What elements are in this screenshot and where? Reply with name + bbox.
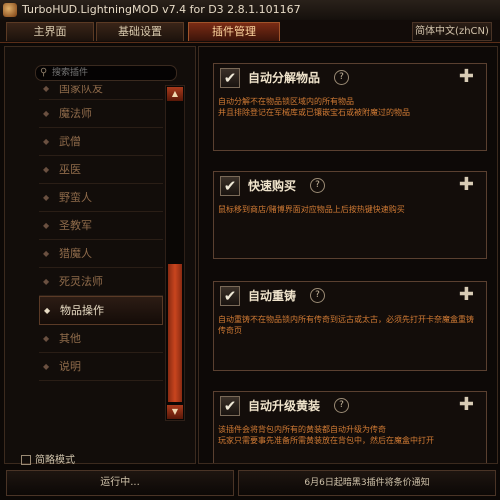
plugin-description: 该插件会将背包内所有的黄装都自动升级为传奇 玩家只需要事先准备所需黄装放在背包中…: [218, 425, 434, 445]
bullet-icon: ◆: [43, 165, 50, 174]
tab-main[interactable]: 主界面: [6, 22, 94, 41]
sidebar-item-label: 武僧: [59, 135, 81, 148]
plus-icon[interactable]: ✚: [459, 394, 474, 415]
search-icon: ⚲: [40, 67, 48, 78]
window-title: TurboHUD.LightningMOD v7.4 for D3 2.8.1.…: [22, 3, 301, 16]
scrollbar-thumb[interactable]: [168, 264, 182, 402]
sidebar-item-necromancer[interactable]: ◆ 死灵法师: [39, 268, 163, 296]
bullet-icon: ◆: [43, 249, 50, 258]
plugin-description: 自动分解不在物品锁区域内的所有物品 并且排除登记在军械库或已镶嵌宝石或被附魔过的…: [218, 97, 410, 117]
sidebar-item-item-operations[interactable]: ◆ 物品操作: [39, 296, 163, 325]
plugin-card-header: ✔ 自动分解物品 ? ✚: [214, 64, 486, 94]
plugin-title: 快速购买: [248, 179, 297, 193]
plugin-title: 自动升级黄装: [248, 399, 321, 413]
sidebar-item-label: 猎魔人: [59, 247, 92, 260]
sidebar-item-label: 说明: [59, 360, 81, 373]
bullet-icon: ◆: [43, 137, 50, 146]
plus-icon[interactable]: ✚: [459, 174, 474, 195]
help-circle-icon[interactable]: ?: [310, 288, 325, 303]
help-circle-icon[interactable]: ?: [310, 178, 325, 193]
app-icon: [3, 3, 17, 17]
sidebar-item-crusader[interactable]: ◆ 圣教军: [39, 212, 163, 240]
plugin-card-auto-upgrade-rares: ✔ 自动升级黄装 ? ✚ 该插件会将背包内所有的黄装都自动升级为传奇 玩家只需要…: [213, 391, 487, 463]
bullet-icon: ◆: [43, 334, 50, 343]
plus-icon[interactable]: ✚: [459, 284, 474, 305]
sidebar-item-other[interactable]: ◆ 其他: [39, 325, 163, 353]
compact-mode-label: 简略模式: [35, 455, 75, 466]
category-list: ◆ 国家队友 ◆ 魔法师 ◆ 武僧 ◆ 巫医 ◆ 野蛮人 ◆ 圣教军 ◆ 猎魔人 ◆ 死灵法师 …: [39, 85, 163, 419]
sidebar-item-demon-hunter[interactable]: ◆ 猎魔人: [39, 240, 163, 268]
sidebar: ⚲ ◆ 国家队友 ◆ 魔法师 ◆ 武僧 ◆ 巫医 ◆ 野蛮人 ◆ 圣教军 ◆ 猎魔人 ◆ 死灵法…: [4, 46, 196, 466]
sidebar-item-label: 巫医: [59, 163, 81, 176]
sidebar-item-wizard[interactable]: ◆ 魔法师: [39, 100, 163, 128]
sidebar-item-label: 国家队友: [59, 85, 103, 95]
bullet-icon: ◆: [43, 85, 50, 93]
arrow-up-icon[interactable]: ▲: [167, 87, 183, 101]
bullet-icon: ◆: [43, 109, 50, 118]
bullet-icon: ◆: [43, 277, 50, 286]
help-circle-icon[interactable]: ?: [334, 398, 349, 413]
plugin-card-header: ✔ 快速购买 ? ✚: [214, 172, 486, 202]
sidebar-item-instructions[interactable]: ◆ 说明: [39, 353, 163, 381]
check-icon[interactable]: ✔: [220, 396, 240, 416]
sidebar-item-label: 物品操作: [60, 304, 104, 317]
title-bar: TurboHUD.LightningMOD v7.4 for D3 2.8.1.…: [0, 0, 500, 21]
sidebar-item-witch-doctor[interactable]: ◆ 巫医: [39, 156, 163, 184]
sidebar-item-label: 野蛮人: [59, 191, 92, 204]
tab-basic-settings[interactable]: 基础设置: [96, 22, 184, 41]
plugin-card-quick-buy: ✔ 快速购买 ? ✚ 鼠标移到商店/赌博界面对应物品上后按热键快速购买: [213, 171, 487, 259]
sidebar-item-label: 死灵法师: [59, 275, 103, 288]
sidebar-item-label: 圣教军: [59, 219, 92, 232]
plugin-description: 自动重铸不在物品锁内所有传奇到远古或太古，必须先打开卡奈魔盒重铸传奇页: [218, 315, 474, 335]
language-select[interactable]: 简体中文(zhCN): [412, 22, 492, 41]
search-box[interactable]: ⚲: [35, 65, 177, 81]
search-input[interactable]: [52, 66, 172, 80]
plugin-title: 自动分解物品: [248, 71, 321, 85]
tab-bar: 主界面 基础设置 插件管理 简体中文(zhCN): [0, 20, 500, 43]
check-icon[interactable]: ✔: [220, 176, 240, 196]
bullet-icon: ◆: [43, 362, 50, 371]
tab-plugin-management[interactable]: 插件管理: [188, 22, 280, 41]
compact-mode-toggle[interactable]: 简略模式: [21, 451, 75, 466]
arrow-down-icon[interactable]: ▼: [167, 405, 183, 419]
plugin-panel: ✔ 自动分解物品 ? ✚ 自动分解不在物品锁区域内的所有物品 并且排除登记在军械…: [198, 46, 498, 464]
sidebar-item-label: 其他: [59, 332, 81, 345]
compact-mode-checkbox[interactable]: [21, 455, 31, 465]
check-icon[interactable]: ✔: [220, 68, 240, 88]
bullet-icon: ◆: [43, 193, 50, 202]
plugin-description: 鼠标移到商店/赌博界面对应物品上后按热键快速购买: [218, 205, 405, 214]
sidebar-item-monk[interactable]: ◆ 武僧: [39, 128, 163, 156]
plugin-card-header: ✔ 自动重铸 ? ✚: [214, 282, 486, 312]
plugin-card-header: ✔ 自动升级黄装 ? ✚: [214, 392, 486, 422]
plus-icon[interactable]: ✚: [459, 66, 474, 87]
check-icon[interactable]: ✔: [220, 286, 240, 306]
sidebar-scrollbar[interactable]: ▲ ▼: [165, 85, 185, 421]
plugin-title: 自动重铸: [248, 289, 297, 303]
sidebar-item-label: 魔法师: [59, 107, 92, 120]
help-circle-icon[interactable]: ?: [334, 70, 349, 85]
status-notice: 6月6日起暗黑3插件将条价通知: [238, 470, 496, 496]
sidebar-item-barbarian[interactable]: ◆ 野蛮人: [39, 184, 163, 212]
sidebar-item-national-team[interactable]: ◆ 国家队友: [39, 85, 163, 100]
plugin-card-auto-reforge: ✔ 自动重铸 ? ✚ 自动重铸不在物品锁内所有传奇到远古或太古，必须先打开卡奈魔…: [213, 281, 487, 371]
status-bar: 运行中... 6月6日起暗黑3插件将条价通知: [0, 466, 500, 500]
status-running: 运行中...: [6, 470, 234, 496]
plugin-card-auto-salvage: ✔ 自动分解物品 ? ✚ 自动分解不在物品锁区域内的所有物品 并且排除登记在军械…: [213, 63, 487, 151]
bullet-icon: ◆: [43, 221, 50, 230]
bullet-icon: ◆: [44, 306, 51, 315]
